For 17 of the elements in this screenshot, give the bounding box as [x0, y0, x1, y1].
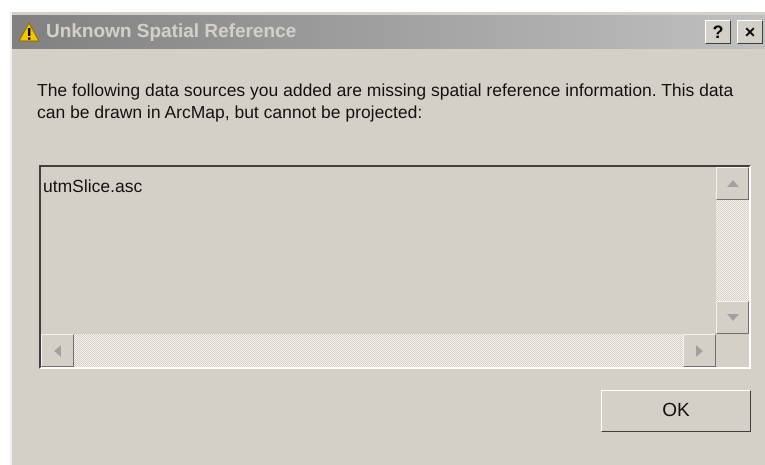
vertical-scrollbar[interactable]	[716, 167, 749, 334]
scroll-right-button[interactable]	[683, 334, 716, 367]
left-arrow-icon	[54, 344, 61, 356]
scroll-up-button[interactable]	[716, 167, 749, 200]
scroll-down-button[interactable]	[716, 301, 749, 334]
window-title: Unknown Spatial Reference	[46, 20, 298, 44]
warning-icon	[18, 22, 40, 42]
up-arrow-icon	[726, 180, 738, 187]
list-item[interactable]: utmSlice.asc	[41, 167, 716, 200]
close-button[interactable]: ×	[737, 20, 763, 44]
horizontal-scrollbar[interactable]	[41, 334, 716, 367]
message-text: The following data sources you added are missing spatial reference information. This data can be drawn in ArcMap, but cannot be projected:	[37, 79, 734, 123]
right-arrow-icon	[696, 344, 703, 356]
scroll-left-button[interactable]	[41, 334, 74, 367]
ok-button[interactable]: OK	[601, 390, 751, 432]
down-arrow-icon	[726, 314, 738, 321]
help-button[interactable]: ?	[705, 20, 731, 44]
